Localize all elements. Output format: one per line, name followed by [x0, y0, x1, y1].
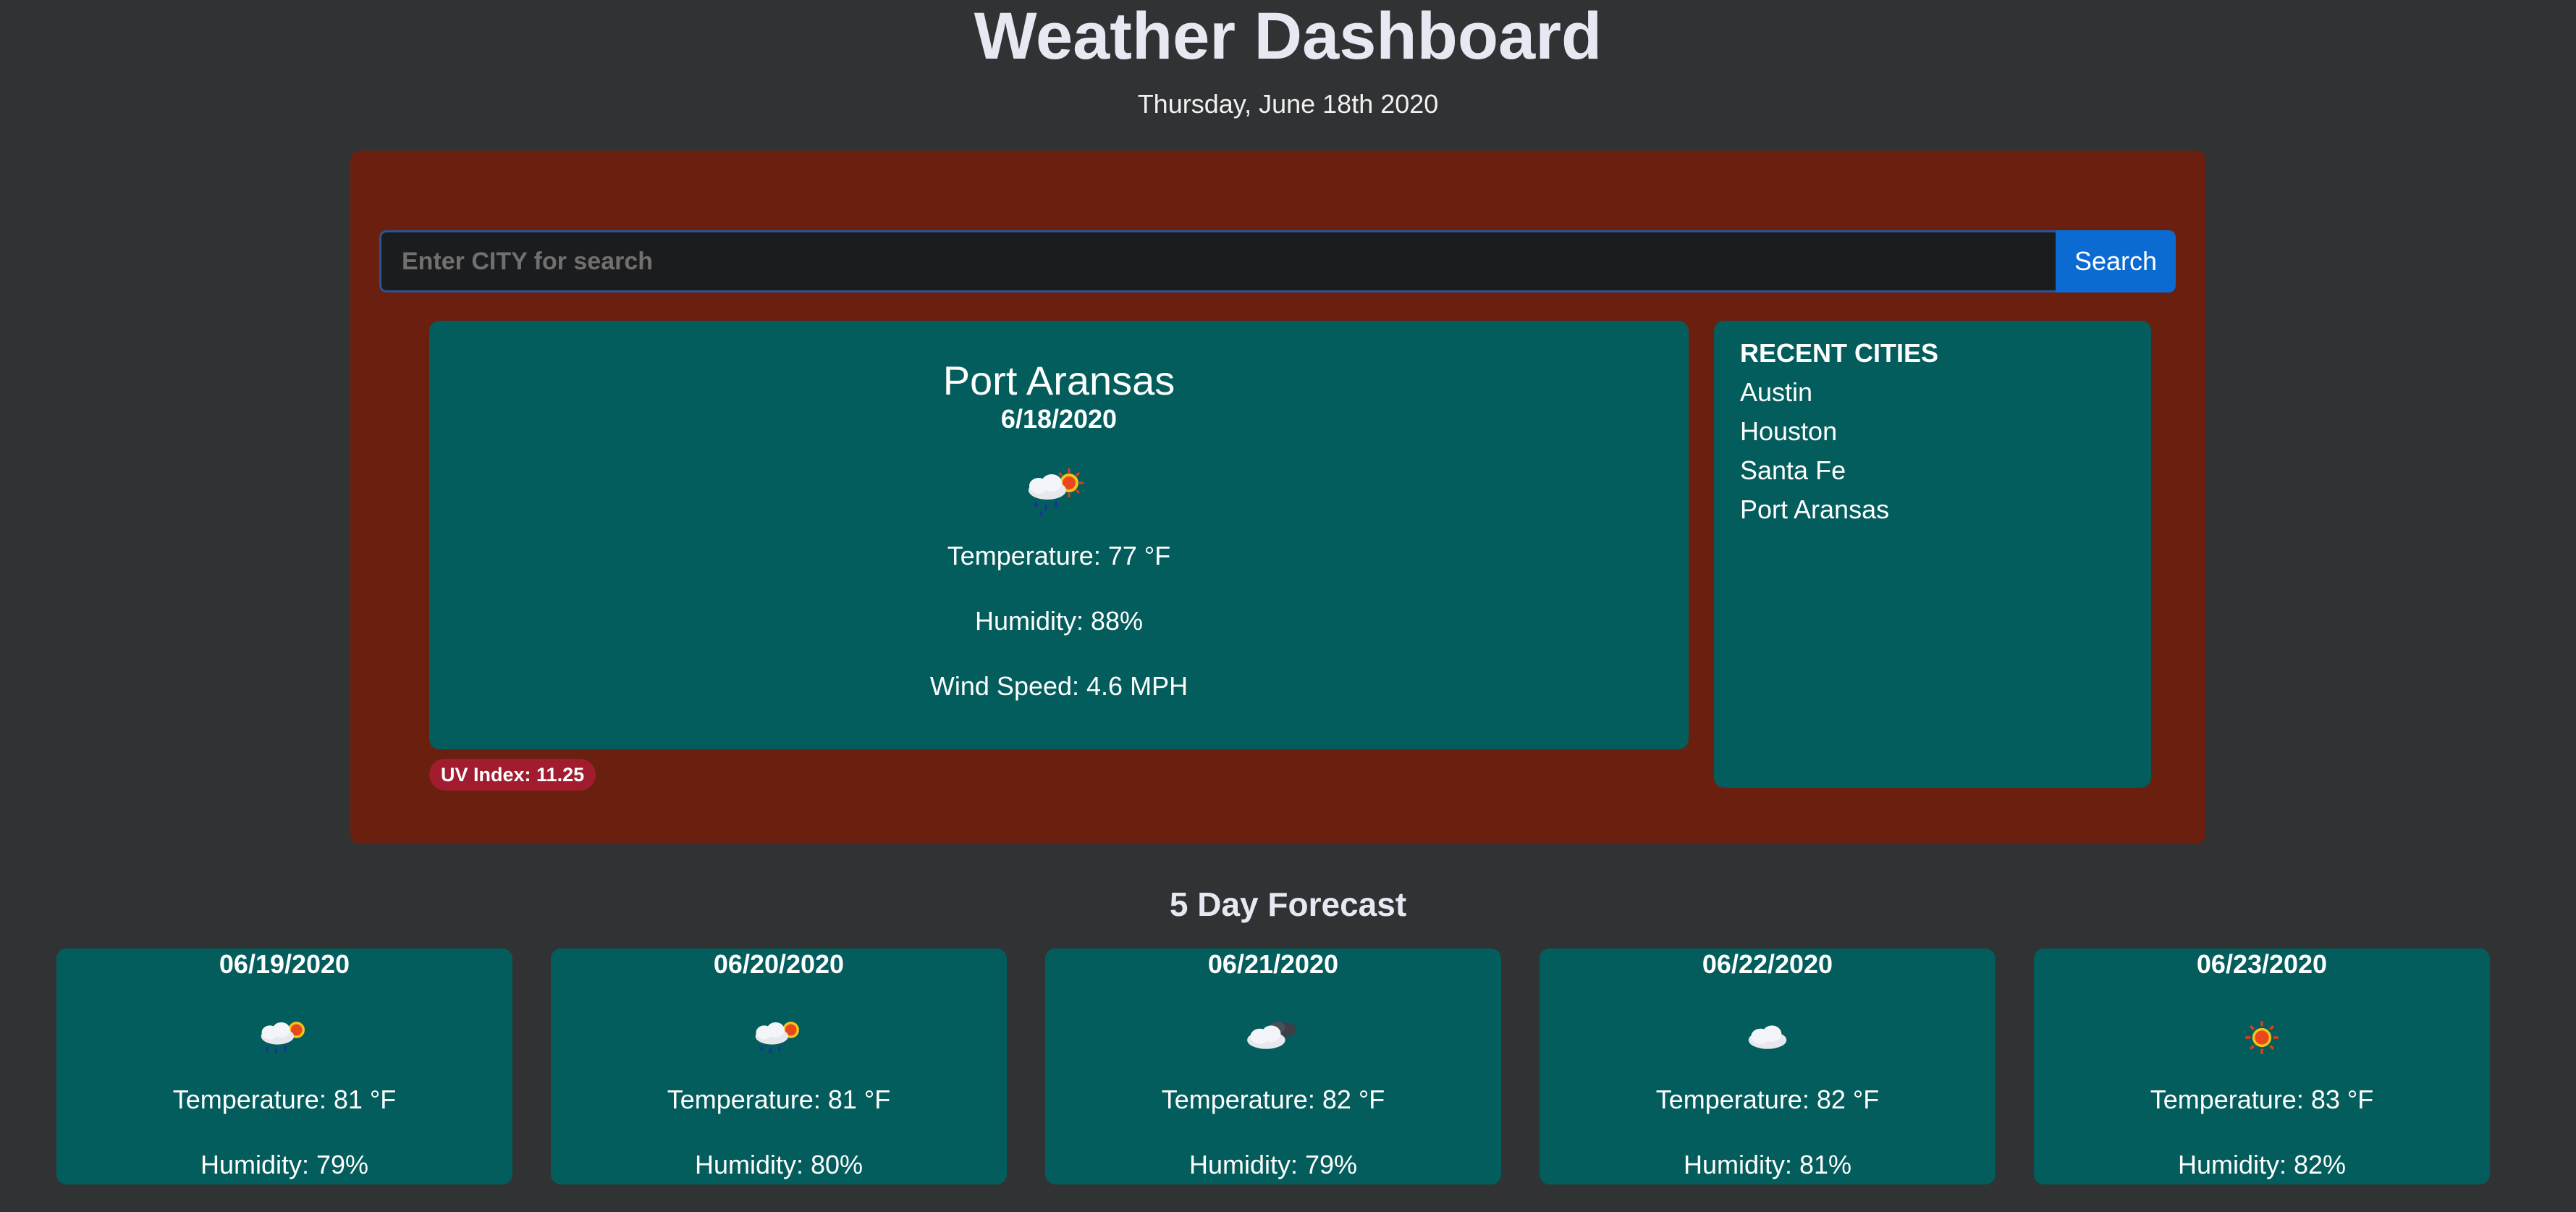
- forecast-date: 06/19/2020: [219, 949, 350, 979]
- forecast-temperature: Temperature: 82 °F: [1161, 1085, 1385, 1114]
- rain-sun-icon: [1029, 468, 1084, 516]
- cloud-night-icon: [1247, 1022, 1297, 1049]
- current-temperature: Temperature: 77 °F: [947, 541, 1171, 571]
- forecast-temperature: Temperature: 81 °F: [172, 1085, 397, 1114]
- recent-cities-card: RECENT CITIES Austin Houston Santa Fe Po…: [1714, 321, 2151, 788]
- recent-city-item[interactable]: Santa Fe: [1740, 451, 2125, 490]
- cloud-icon: [1748, 1025, 1787, 1049]
- forecast-humidity: Humidity: 80%: [694, 1150, 863, 1179]
- forecast-temperature: Temperature: 83 °F: [2150, 1085, 2374, 1114]
- forecast-date: 06/22/2020: [1702, 949, 1833, 979]
- forecast-date: 06/21/2020: [1207, 949, 1339, 979]
- forecast-date: 06/20/2020: [713, 949, 845, 979]
- forecast-humidity: Humidity: 82%: [2177, 1150, 2347, 1179]
- forecast-card: 06/22/2020 Temperature: 82 °F Humidity: …: [1540, 948, 1996, 1184]
- current-humidity: Humidity: 88%: [974, 606, 1144, 636]
- forecast-card: 06/20/2020 Temperature: 81 °F Humidity: …: [551, 948, 1007, 1184]
- forecast-date: 06/23/2020: [2196, 949, 2328, 979]
- search-button[interactable]: Search: [2056, 230, 2176, 293]
- recent-city-item[interactable]: Port Aransas: [1740, 490, 2125, 529]
- forecast-humidity: Humidity: 81%: [1683, 1150, 1852, 1179]
- current-wind-speed: Wind Speed: 4.6 MPH: [929, 671, 1188, 701]
- current-city-name: Port Aransas: [942, 358, 1175, 403]
- forecast-card: 06/19/2020 Temperature: 81 °F Humidity: …: [56, 948, 512, 1184]
- forecast-temperature: Temperature: 82 °F: [1655, 1085, 1880, 1114]
- forecast-temperature: Temperature: 81 °F: [667, 1085, 891, 1114]
- recent-cities-title: RECENT CITIES: [1740, 338, 1939, 368]
- forecast-humidity: Humidity: 79%: [200, 1150, 369, 1179]
- uv-index-badge: UV Index: 11.25: [429, 759, 596, 791]
- recent-city-item[interactable]: Austin: [1740, 373, 2125, 412]
- search-panel: Search Port Aransas 6/18/2020 T: [350, 151, 2205, 844]
- rain-sun-icon: [755, 1022, 799, 1054]
- forecast-card: 06/21/2020 Temperature: 82 °F Humidity: …: [1045, 948, 1501, 1184]
- recent-city-item[interactable]: Houston: [1740, 412, 2125, 451]
- forecast-humidity: Humidity: 79%: [1188, 1150, 1358, 1179]
- forecast-card: 06/23/2020 Temperature: 83 °F Humidity: …: [2034, 948, 2490, 1184]
- page-title: Weather Dashboard: [974, 0, 1602, 73]
- current-weather-date: 6/18/2020: [1000, 404, 1118, 434]
- rain-sun-icon: [261, 1022, 305, 1054]
- forecast-title: 5 Day Forecast: [1169, 885, 1407, 923]
- current-weather-card: Port Aransas 6/18/2020 Temperature: 77 °…: [429, 321, 1689, 749]
- city-search-input[interactable]: [379, 230, 2056, 293]
- current-date-header: Thursday, June 18th 2020: [1137, 89, 1439, 119]
- sun-icon: [2245, 1021, 2279, 1054]
